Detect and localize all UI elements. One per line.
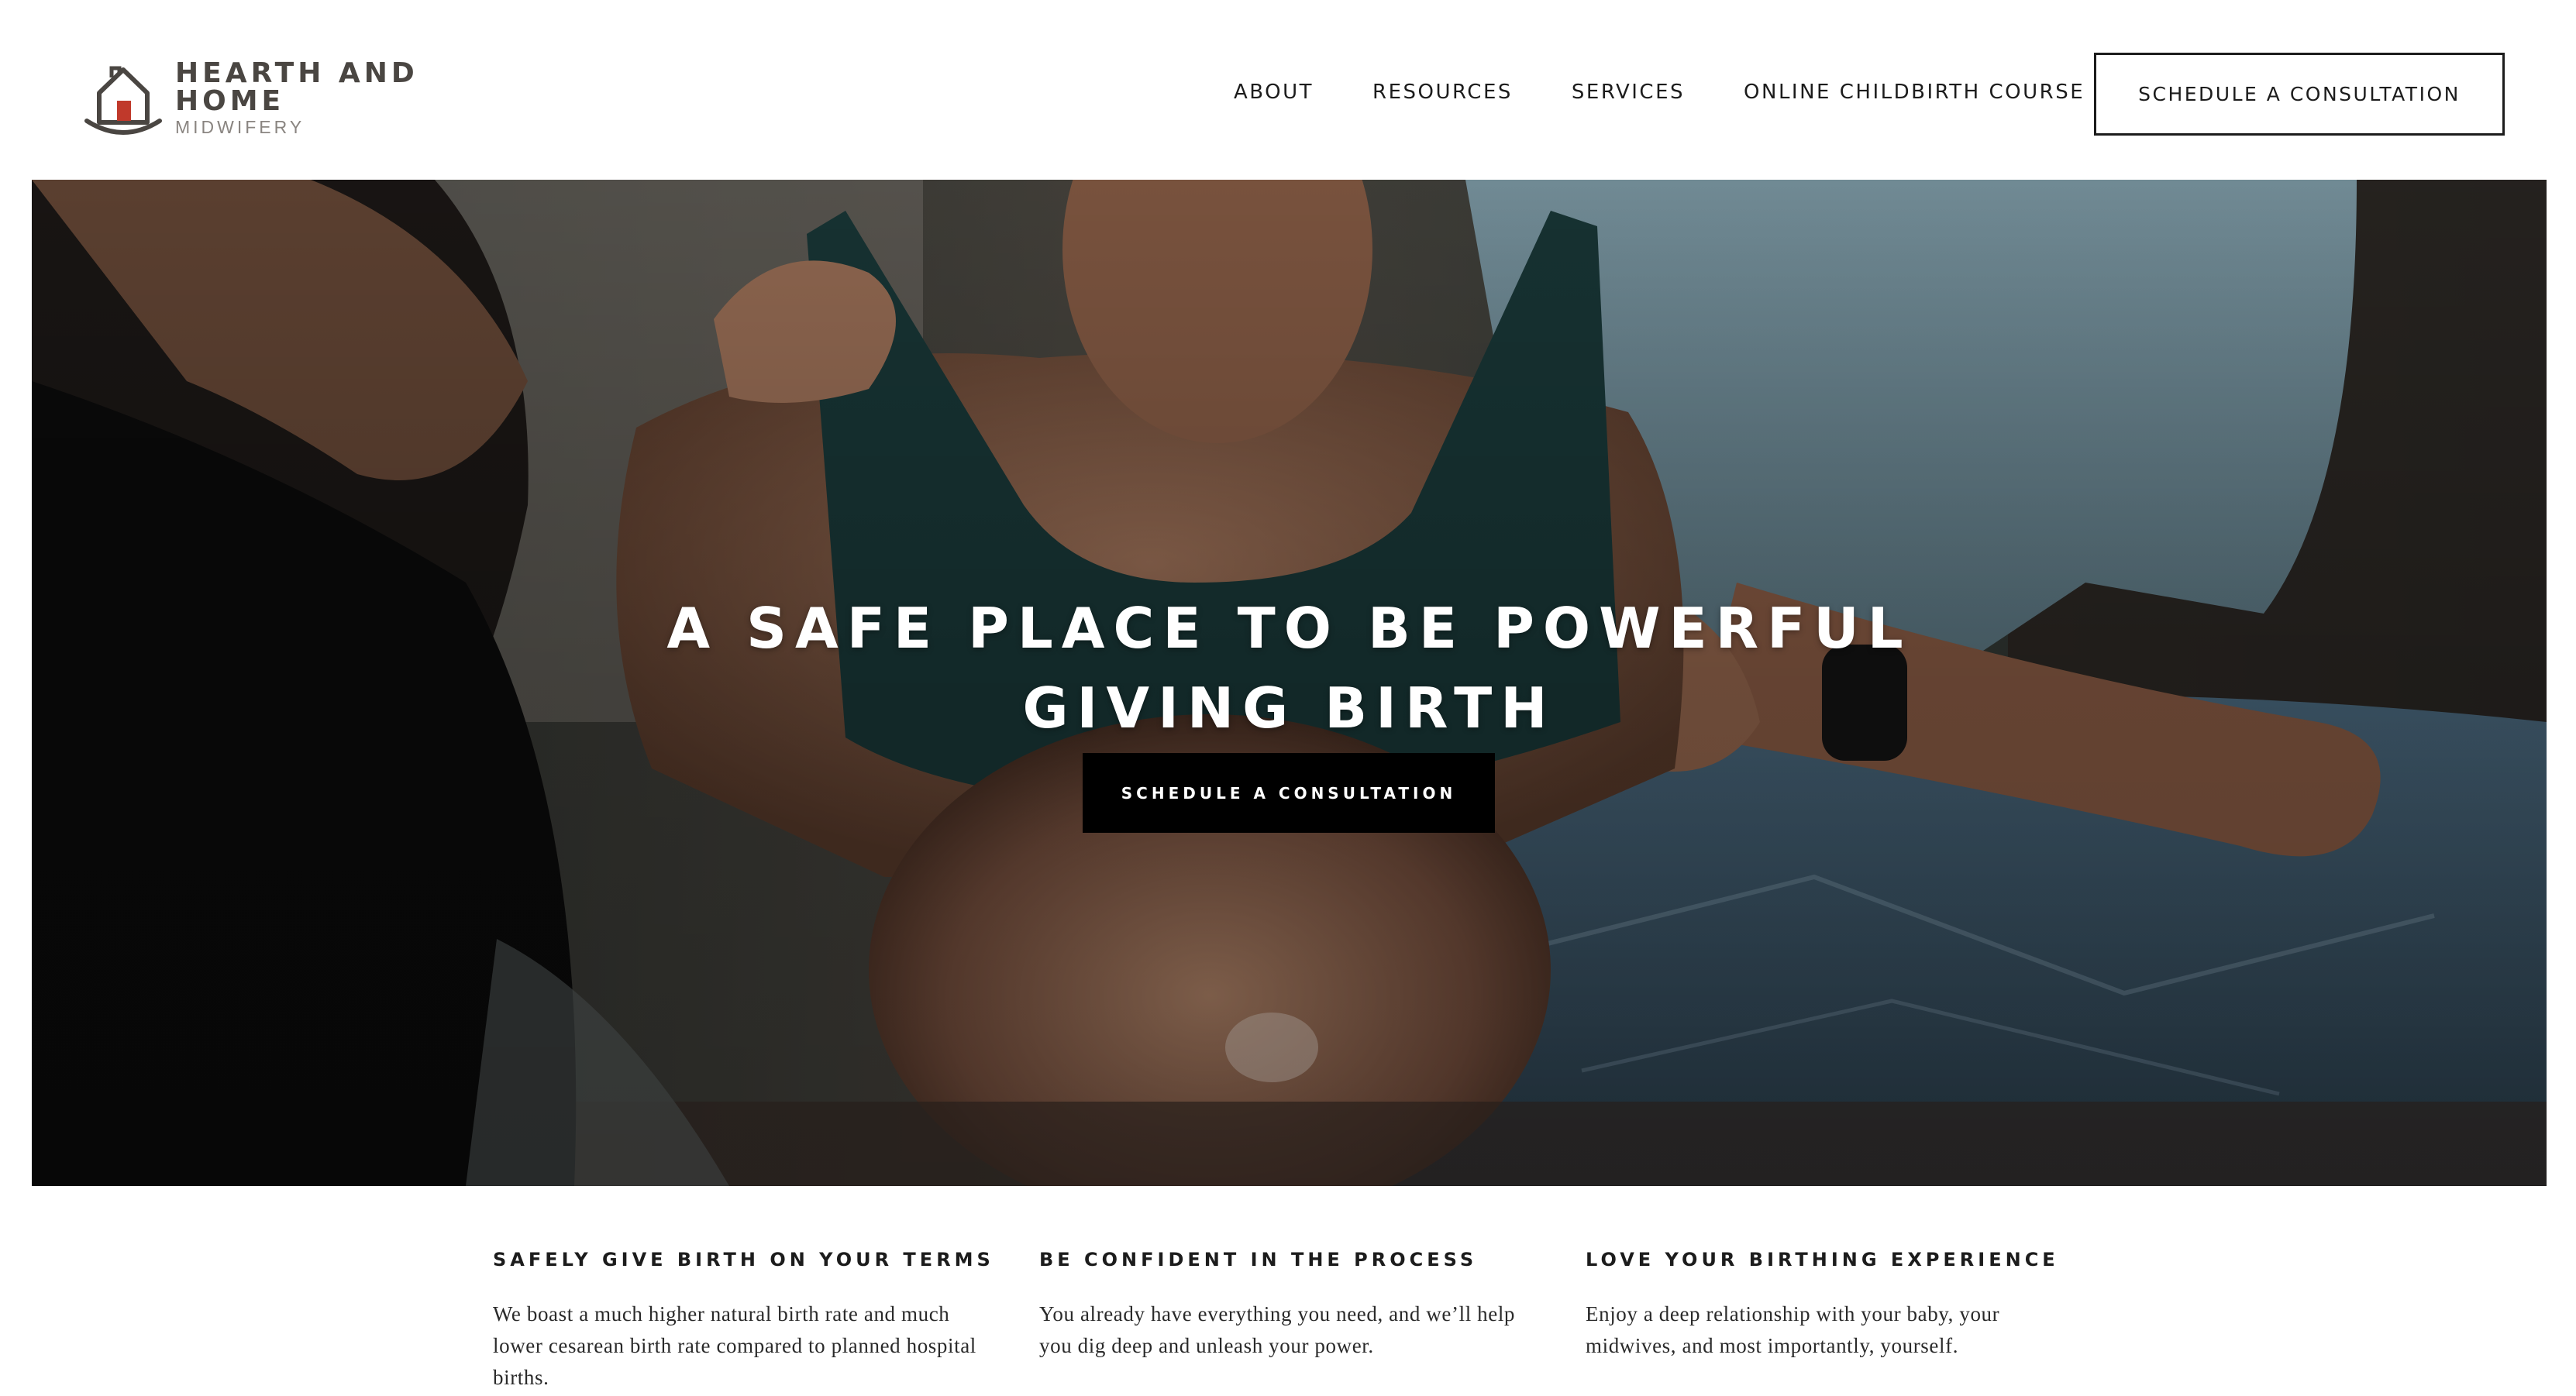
logo-title: HEARTH AND HOME [175, 57, 418, 117]
nav-item-about[interactable]: ABOUT [1234, 81, 1314, 104]
nav-item-resources[interactable]: RESOURCES [1372, 81, 1513, 104]
feature-column: LOVE YOUR BIRTHING EXPERIENCE Enjoy a de… [1586, 1240, 2120, 1394]
nav-item-services[interactable]: SERVICES [1572, 81, 1685, 104]
logo-text: HEARTH AND HOME MIDWIFERY [175, 57, 516, 137]
feature-title: SAFELY GIVE BIRTH ON YOUR TERMS [493, 1249, 994, 1270]
logo-subtitle: MIDWIFERY [175, 116, 305, 137]
header-schedule-consultation-button[interactable]: SCHEDULE A CONSULTATION [2094, 53, 2505, 136]
feature-text: We boast a much higher natural birth rat… [493, 1302, 976, 1389]
site-logo[interactable]: HEARTH AND HOME MIDWIFERY [82, 59, 516, 136]
feature-text: Enjoy a deep relationship with your baby… [1586, 1302, 2000, 1357]
feature-text: You already have everything you need, an… [1039, 1302, 1516, 1357]
feature-column: SAFELY GIVE BIRTH ON YOUR TERMS We boast… [493, 1240, 1039, 1394]
hero-title: A SAFE PLACE TO BE POWERFUL GIVING BIRTH [666, 596, 1912, 741]
feature-title: BE CONFIDENT IN THE PROCESS [1039, 1249, 1478, 1270]
feature-title: LOVE YOUR BIRTHING EXPERIENCE [1586, 1249, 2059, 1270]
house-rocker-logo-icon [82, 59, 164, 136]
features-section: SAFELY GIVE BIRTH ON YOUR TERMS We boast… [493, 1240, 2120, 1394]
feature-column: BE CONFIDENT IN THE PROCESS You already … [1039, 1240, 1586, 1394]
site-header: HEARTH AND HOME MIDWIFERY ABOUT RESOURCE… [0, 0, 2576, 180]
main-nav: ABOUT RESOURCES SERVICES ONLINE CHILDBIR… [1234, 81, 2085, 104]
hero-schedule-consultation-button[interactable]: SCHEDULE A CONSULTATION [1083, 753, 1495, 833]
nav-item-online-childbirth-course[interactable]: ONLINE CHILDBIRTH COURSE [1744, 81, 2085, 104]
hero-section: A SAFE PLACE TO BE POWERFUL GIVING BIRTH… [32, 180, 2547, 1186]
